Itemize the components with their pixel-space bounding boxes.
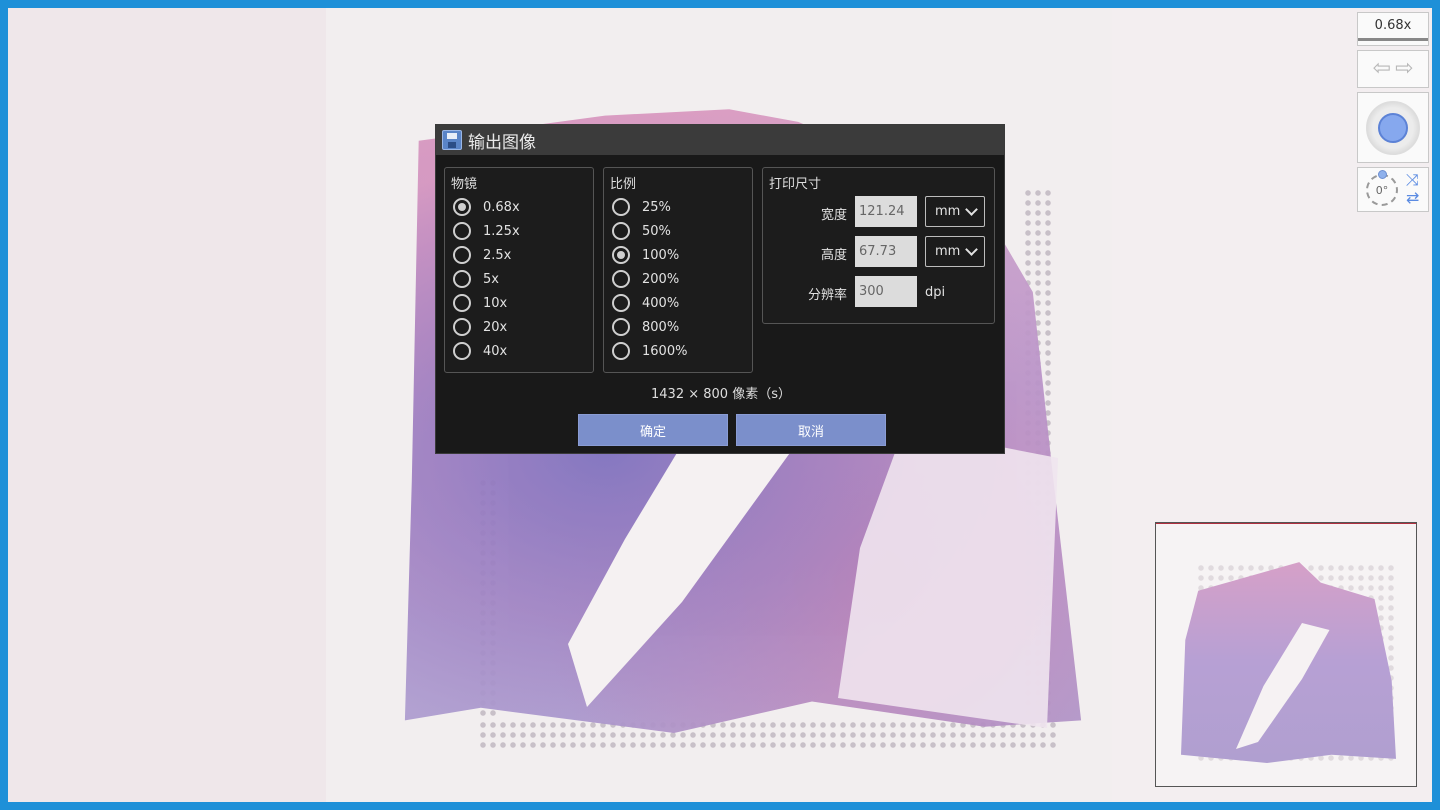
history-nav: ⇦ ⇨ [1357, 50, 1429, 88]
scale-option[interactable]: 400% [612, 292, 679, 314]
objective-option-label: 2.5x [483, 247, 512, 263]
minimap[interactable] [1155, 522, 1417, 787]
width-unit-select[interactable]: mm [925, 196, 985, 227]
scale-option-label: 50% [642, 223, 671, 239]
radio-button[interactable] [612, 294, 630, 312]
radio-button[interactable] [612, 342, 630, 360]
print-size-group-label: 打印尺寸 [769, 177, 822, 192]
chevron-down-icon [965, 203, 978, 216]
objective-option[interactable]: 20x [453, 316, 507, 338]
scale-option[interactable]: 800% [612, 316, 679, 338]
radio-button[interactable] [612, 222, 630, 240]
radio-button[interactable] [453, 270, 471, 288]
radio-button[interactable] [453, 318, 471, 336]
save-icon [442, 130, 462, 150]
print-size-group: 打印尺寸 宽度 mm 高度 mm 分辨率 dpi [762, 167, 995, 324]
height-unit-select[interactable]: mm [925, 236, 985, 267]
height-input[interactable] [855, 236, 917, 267]
zoom-indicator[interactable]: 0.68x [1357, 12, 1429, 46]
scale-group-label: 比例 [610, 177, 637, 192]
radio-button[interactable] [453, 294, 471, 312]
flip-horizontal-icon[interactable]: ⇄ [1406, 190, 1419, 206]
zoom-slider[interactable] [1358, 38, 1428, 41]
objective-option-label: 5x [483, 271, 499, 287]
zoom-value: 0.68x [1374, 17, 1412, 33]
slide-background-left [8, 8, 326, 802]
radio-button[interactable] [453, 222, 471, 240]
objective-option-label: 40x [483, 343, 508, 359]
dialog-titlebar[interactable]: 输出图像 [436, 125, 1004, 155]
resolution-unit: dpi [925, 285, 946, 300]
arrow-right-icon[interactable]: ⇨ [1395, 58, 1413, 80]
minimap-viewport-edge [1156, 523, 1416, 524]
scale-option-label: 800% [642, 319, 680, 335]
rotation-value: 0° [1375, 183, 1389, 197]
scale-option[interactable]: 200% [612, 268, 679, 290]
rotation-knob[interactable] [1378, 170, 1387, 179]
export-image-dialog: 输出图像 物镜 0.68x 1.25x 2.5x 5x 10x 20x 40x 比例 25%… [435, 124, 1005, 454]
objective-option[interactable]: 1.25x [453, 220, 520, 242]
radio-button[interactable] [453, 246, 471, 264]
scale-option-label: 100% [642, 247, 680, 263]
radio-button[interactable] [612, 318, 630, 336]
rotation-control: 0° ⤨ ⇄ [1357, 167, 1429, 212]
scale-option[interactable]: 25% [612, 196, 671, 218]
objective-option[interactable]: 2.5x [453, 244, 511, 266]
radio-button[interactable] [612, 246, 630, 264]
scale-option-label: 400% [642, 295, 680, 311]
dialog-title: 输出图像 [468, 132, 536, 153]
scale-option-label: 200% [642, 271, 680, 287]
pan-center-button[interactable] [1378, 113, 1408, 143]
radio-button[interactable] [612, 198, 630, 216]
objective-option[interactable]: 0.68x [453, 196, 520, 218]
objective-option-label: 10x [483, 295, 508, 311]
objective-group: 物镜 0.68x 1.25x 2.5x 5x 10x 20x 40x [444, 167, 594, 373]
cancel-button[interactable]: 取消 [736, 414, 886, 446]
resolution-input[interactable] [855, 276, 917, 307]
scale-option[interactable]: 50% [612, 220, 671, 242]
arrow-left-icon[interactable]: ⇦ [1373, 58, 1391, 80]
width-label: 宽度 [820, 208, 847, 223]
radio-button[interactable] [453, 342, 471, 360]
output-pixel-size: 1432 × 800 像素（s） [651, 387, 791, 402]
objective-option-label: 1.25x [483, 223, 520, 239]
height-label: 高度 [820, 248, 847, 263]
objective-group-label: 物镜 [451, 177, 478, 192]
flip-vertical-icon[interactable]: ⤨ [1406, 172, 1419, 188]
ok-button[interactable]: 确定 [578, 414, 728, 446]
width-unit-value: mm [935, 204, 961, 219]
scale-option[interactable]: 1600% [612, 340, 687, 362]
objective-option[interactable]: 5x [453, 268, 499, 290]
chevron-down-icon [965, 243, 978, 256]
objective-option[interactable]: 40x [453, 340, 507, 362]
height-unit-value: mm [935, 244, 961, 259]
scale-option[interactable]: 100% [612, 244, 679, 266]
objective-option-label: 0.68x [483, 199, 520, 215]
scale-option-label: 1600% [642, 343, 688, 359]
objective-option[interactable]: 10x [453, 292, 507, 314]
width-input[interactable] [855, 196, 917, 227]
radio-button[interactable] [453, 198, 471, 216]
resolution-label: 分辨率 [807, 288, 847, 303]
scale-group: 比例 25% 50% 100% 200% 400% 800% 1600% [603, 167, 753, 373]
pan-navigator[interactable] [1357, 92, 1429, 163]
radio-button[interactable] [612, 270, 630, 288]
scale-option-label: 25% [642, 199, 671, 215]
objective-option-label: 20x [483, 319, 508, 335]
